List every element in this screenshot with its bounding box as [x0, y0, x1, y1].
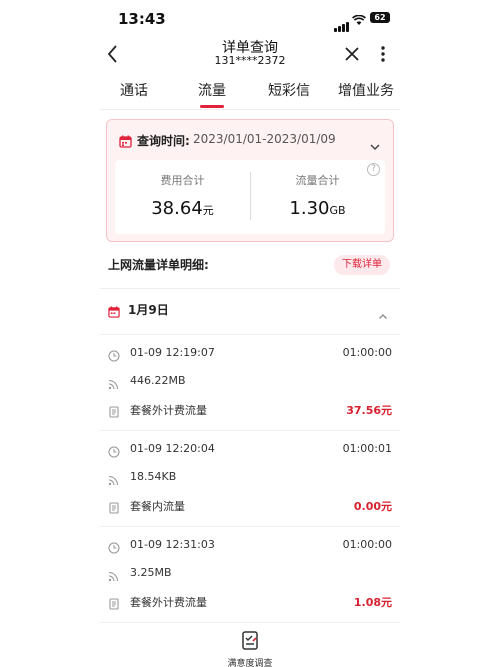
tab-bar: 通话 流量 短彩信 增值业务 — [100, 72, 400, 110]
divider — [100, 334, 400, 335]
download-detail-button[interactable]: 下载详单 — [334, 255, 390, 275]
wifi-signal-icon — [108, 471, 120, 490]
fee-total: 费用合计 38.64元 — [115, 172, 250, 219]
document-icon — [108, 595, 120, 614]
record-type: 套餐外计费流量 — [130, 596, 207, 609]
record-duration: 01:00:01 — [342, 442, 392, 455]
record-time: 01-09 12:31:03 — [130, 538, 215, 551]
record-amount: 3.25MB — [130, 566, 172, 579]
record-time: 01-09 12:19:07 — [130, 346, 215, 359]
detail-title: 上网流量详单明细: — [108, 258, 209, 272]
record-fee: 1.08元 — [353, 596, 392, 609]
status-time: 13:43 — [118, 10, 166, 28]
fee-total-value: 38.64 — [151, 198, 203, 219]
clock-icon — [108, 539, 120, 558]
record-type: 套餐内流量 — [130, 500, 185, 513]
more-button[interactable] — [378, 44, 388, 64]
record-amount: 18.54KB — [130, 470, 177, 483]
list-item: 01-09 12:20:04 01:00:01 18.54KB 套餐内流量 0.… — [108, 442, 392, 532]
list-item: 01-09 12:31:03 01:00:00 3.25MB 套餐外计费流量 1… — [108, 538, 392, 628]
phone-number: 131****2372 — [214, 54, 286, 67]
record-fee: 37.56元 — [346, 404, 392, 417]
calendar-icon — [108, 303, 120, 322]
wifi-signal-icon — [108, 567, 120, 586]
survey-button[interactable]: 满意度调查 — [222, 630, 278, 667]
record-type: 套餐外计费流量 — [130, 404, 207, 417]
clock-icon — [108, 443, 120, 462]
record-amount: 446.22MB — [130, 374, 186, 387]
traffic-total-label: 流量合计 — [295, 174, 340, 187]
nav-bar: 详单查询 131****2372 — [0, 36, 500, 72]
record-duration: 01:00:00 — [342, 346, 392, 359]
record-duration: 01:00:00 — [342, 538, 392, 551]
traffic-total-unit: GB — [329, 204, 346, 217]
tab-sms[interactable]: 短彩信 — [268, 80, 310, 100]
document-icon — [108, 499, 120, 518]
query-time-range[interactable]: 2023/01/01-2023/01/09 — [193, 132, 336, 146]
record-time: 01-09 12:20:04 — [130, 442, 215, 455]
chevron-down-icon[interactable] — [369, 136, 381, 155]
date-group-header[interactable]: 1月9日 — [108, 300, 392, 320]
group-date: 1月9日 — [128, 303, 169, 317]
list-item: 01-09 12:19:07 01:00:00 446.22MB 套餐外计费流量… — [108, 346, 392, 436]
query-time-label: 查询时间: — [137, 134, 190, 148]
fee-total-unit: 元 — [202, 204, 214, 217]
divider — [100, 622, 400, 623]
tab-calls[interactable]: 通话 — [120, 80, 148, 100]
status-bar: 13:43 62 — [0, 0, 500, 36]
active-tab-indicator — [200, 105, 224, 108]
battery-icon: 62 — [370, 12, 390, 23]
tab-value-added[interactable]: 增值业务 — [338, 80, 394, 100]
wifi-icon — [352, 11, 366, 30]
divider — [100, 430, 400, 431]
tab-data[interactable]: 流量 — [198, 80, 226, 100]
chevron-up-icon[interactable] — [378, 305, 388, 324]
document-icon — [108, 403, 120, 422]
record-fee: 0.00元 — [353, 500, 392, 513]
clock-icon — [108, 347, 120, 366]
summary-card: 查询时间: 2023/01/01-2023/01/09 ? 费用合计 38.64… — [106, 119, 394, 242]
divider — [100, 288, 400, 289]
close-button[interactable] — [343, 45, 361, 63]
survey-label: 满意度调查 — [227, 659, 273, 667]
summary-totals: ? 费用合计 38.64元 流量合计 1.30GB — [115, 160, 385, 234]
traffic-total-value: 1.30 — [289, 198, 330, 219]
wifi-signal-icon — [108, 375, 120, 394]
divider — [100, 526, 400, 527]
calendar-icon — [119, 133, 132, 152]
fee-total-label: 费用合计 — [160, 174, 205, 187]
traffic-total: 流量合计 1.30GB — [250, 172, 385, 219]
clipboard-icon — [240, 631, 260, 654]
signal-icon — [334, 13, 350, 32]
